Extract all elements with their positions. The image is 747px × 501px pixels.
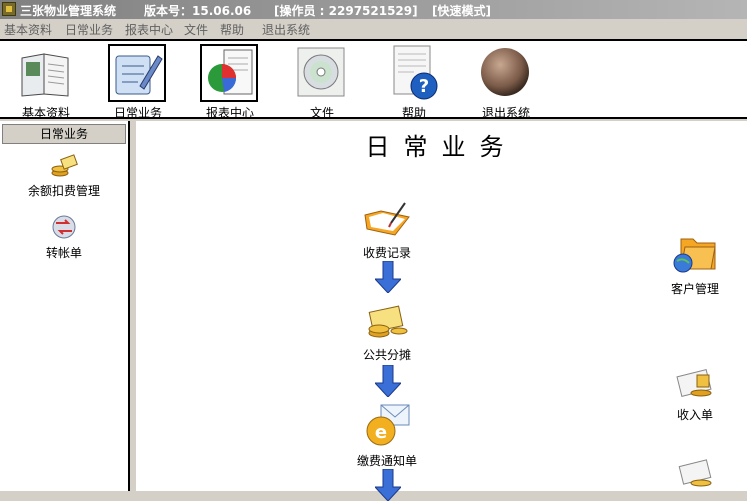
sidebar-item-transfer-bill[interactable]: 转帐单	[0, 213, 128, 261]
clipboard-pen-icon	[108, 44, 166, 102]
email-notice-icon: e	[366, 404, 410, 446]
app-title: 三张物业管理系统	[20, 4, 117, 18]
menu-basic-data[interactable]: 基本资料	[4, 21, 52, 38]
mode-label: [快速模式]	[432, 4, 491, 18]
sidebar-item-balance-deduction[interactable]: 余额扣费管理	[0, 153, 128, 199]
side-income-bill[interactable]: 收入单	[650, 361, 740, 423]
help-question-icon: ?	[384, 44, 442, 102]
menu-help[interactable]: 帮助	[220, 21, 244, 38]
svg-text:?: ?	[419, 76, 429, 97]
exit-sphere-icon	[476, 44, 534, 102]
side-label: 收入单	[676, 408, 713, 422]
toolbar-report-center-button[interactable]: 报表中心	[198, 44, 262, 120]
sidebar-item-label: 余额扣费管理	[27, 184, 100, 198]
toolbar-daily-business-button[interactable]: 日常业务	[106, 44, 170, 120]
coins-share-icon	[368, 305, 408, 338]
bill-coins-icon	[678, 459, 712, 487]
folder-pen-icon	[364, 202, 410, 236]
toolbar-file-label: 文件	[309, 106, 334, 120]
toolbar-basic-data-button[interactable]: 基本资料	[14, 44, 78, 120]
side-label: 客户管理	[670, 282, 719, 296]
flow-payment-notice[interactable]: e 缴费通知单	[342, 403, 432, 469]
side-customer-management[interactable]: 客户管理	[650, 231, 740, 297]
flow-charge-record[interactable]: 收费记录	[342, 199, 432, 261]
flow-label: 缴费通知单	[356, 454, 417, 468]
title-bar: 三张物业管理系统 版本号：15.06.06 [操作员 : 2297521529]…	[0, 0, 747, 19]
page-title: 日常业务	[365, 133, 518, 161]
toolbar-file-button[interactable]: 文件	[290, 44, 354, 120]
flow-label: 收费记录	[362, 246, 411, 260]
operator-label: [操作员 : 2297521529]	[274, 4, 418, 18]
left-panel-header: 日常业务	[2, 124, 126, 144]
flow-arrow-down	[375, 261, 401, 293]
flow-label: 公共分摊	[362, 348, 411, 362]
transfer-bill-icon	[52, 215, 76, 239]
flow-public-share[interactable]: 公共分摊	[342, 301, 432, 363]
svg-text:e: e	[375, 422, 387, 443]
toolbar-help-label: 帮助	[401, 106, 426, 120]
customer-folder-globe-icon	[673, 238, 716, 273]
menu-exit[interactable]: 退出系统	[262, 21, 310, 38]
menu-report-center[interactable]: 报表中心	[125, 21, 173, 38]
app-icon	[2, 2, 16, 16]
toolbar-exit-label: 退出系统	[481, 106, 530, 120]
book-icon	[16, 44, 74, 102]
menu-daily-business[interactable]: 日常业务	[65, 21, 113, 38]
toolbar-exit-button[interactable]: 退出系统	[474, 44, 538, 120]
income-bill-icon	[676, 369, 712, 397]
toolbar: 基本资料 日常业务 报表中心 文件 ? 帮助 退出系统	[0, 39, 747, 120]
menu-file[interactable]: 文件	[184, 21, 208, 38]
pie-chart-report-icon	[200, 44, 258, 102]
side-partial-item[interactable]	[650, 453, 740, 491]
flow-arrow-down	[375, 469, 401, 501]
toolbar-daily-business-label: 日常业务	[113, 106, 162, 120]
toolbar-basic-data-label: 基本资料	[21, 106, 70, 120]
sidebar-item-label: 转帐单	[45, 246, 82, 260]
menu-bar: 基本资料 日常业务 报表中心 文件 帮助 退出系统	[0, 19, 747, 38]
money-deduct-icon	[51, 154, 78, 177]
left-panel: 日常业务 余额扣费管理 转帐单	[0, 121, 130, 491]
version-label: 版本号：15.06.06	[144, 4, 252, 18]
toolbar-help-button[interactable]: ? 帮助	[382, 44, 446, 120]
toolbar-report-center-label: 报表中心	[205, 106, 254, 120]
flow-arrow-down	[375, 365, 401, 397]
main-content: 日常业务 收费记录 公共分摊 e 缴费通知单 客户管理 收入单	[136, 121, 747, 501]
cd-disc-icon	[292, 44, 350, 102]
